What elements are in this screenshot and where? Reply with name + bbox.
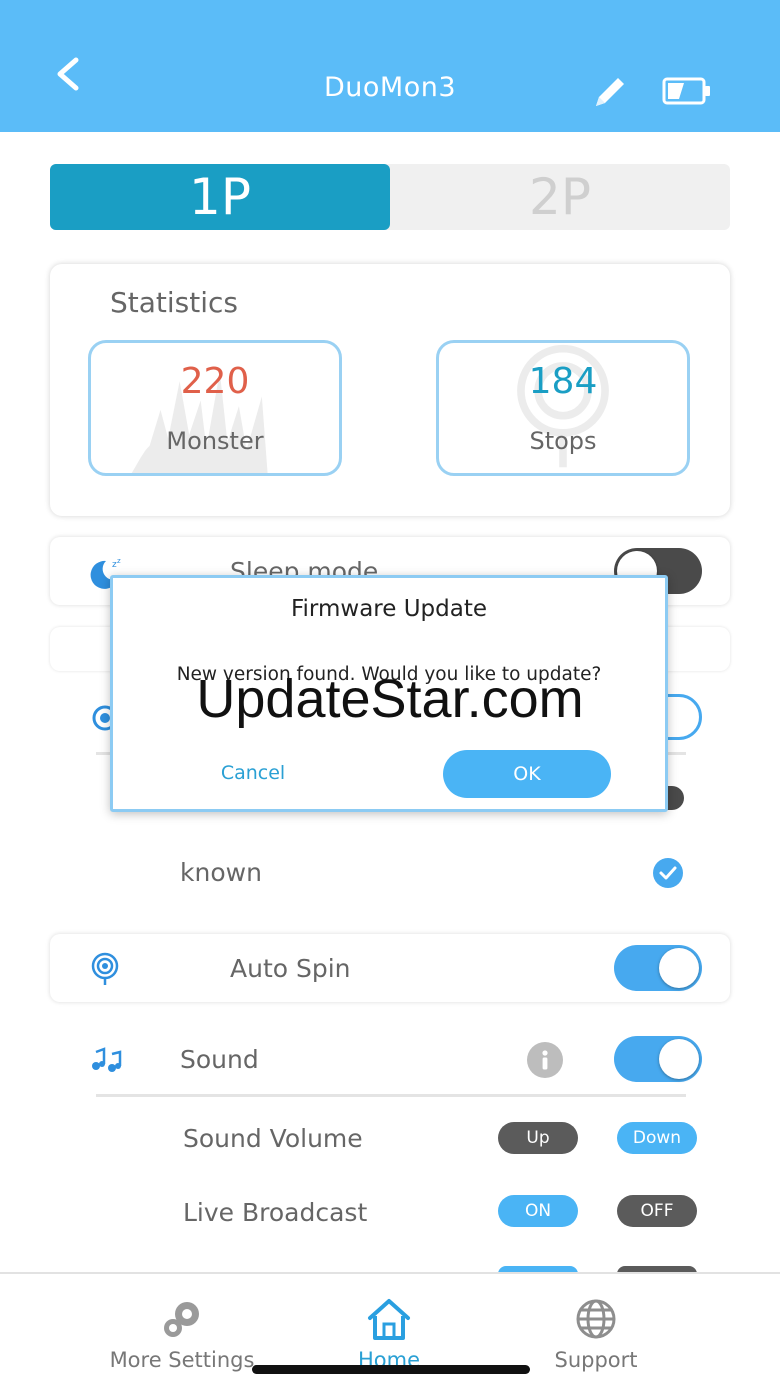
known-label: known bbox=[180, 858, 262, 887]
monster-stat: 220 Monster bbox=[88, 340, 342, 476]
sound-volume-label: Sound Volume bbox=[183, 1124, 363, 1153]
battery-icon bbox=[662, 77, 712, 105]
tab-2p[interactable]: 2P bbox=[390, 164, 730, 230]
volume-up-button[interactable]: Up bbox=[498, 1122, 578, 1154]
auto-spin-row: Auto Spin bbox=[50, 934, 730, 1002]
auto-spin-toggle[interactable] bbox=[614, 945, 702, 991]
check-icon[interactable] bbox=[653, 858, 683, 888]
stops-stat: 184 Stops bbox=[436, 340, 690, 476]
ok-button[interactable]: OK bbox=[443, 750, 611, 798]
live-broadcast-label: Live Broadcast bbox=[183, 1198, 368, 1227]
cancel-button[interactable]: Cancel bbox=[203, 762, 303, 784]
music-icon bbox=[92, 1047, 122, 1072]
sound-toggle[interactable] bbox=[614, 1036, 702, 1082]
player-segment: 1P 2P bbox=[50, 164, 730, 230]
divider bbox=[96, 1094, 686, 1097]
stops-label: Stops bbox=[529, 427, 597, 455]
monster-value: 220 bbox=[180, 361, 250, 402]
tab-1p[interactable]: 1P bbox=[50, 164, 390, 230]
home-icon bbox=[368, 1299, 410, 1340]
broadcast-off-button[interactable]: OFF bbox=[617, 1195, 697, 1227]
statistics-title: Statistics bbox=[110, 286, 238, 319]
statistics-card: Statistics 220 Monster 184 Stops bbox=[50, 264, 730, 516]
svg-text:z: z bbox=[117, 557, 121, 565]
monster-label: Monster bbox=[166, 427, 264, 455]
updatestar-watermark: UpdateStar.com bbox=[196, 669, 584, 729]
pencil-icon bbox=[596, 78, 624, 106]
home-indicator bbox=[252, 1365, 530, 1374]
broadcast-on-button[interactable]: ON bbox=[498, 1195, 578, 1227]
info-icon[interactable] bbox=[527, 1042, 563, 1078]
auto-spin-label: Auto Spin bbox=[230, 954, 351, 983]
gears-icon bbox=[164, 1302, 199, 1337]
sound-label: Sound bbox=[180, 1045, 259, 1074]
stops-value: 184 bbox=[528, 361, 598, 402]
dialog-title: Firmware Update bbox=[290, 596, 488, 622]
edit-button[interactable] bbox=[590, 72, 630, 112]
header-bar: DuoMon3 bbox=[0, 0, 780, 132]
globe-icon bbox=[576, 1299, 616, 1339]
spin-icon bbox=[91, 952, 119, 985]
volume-down-button[interactable]: Down bbox=[617, 1122, 697, 1154]
